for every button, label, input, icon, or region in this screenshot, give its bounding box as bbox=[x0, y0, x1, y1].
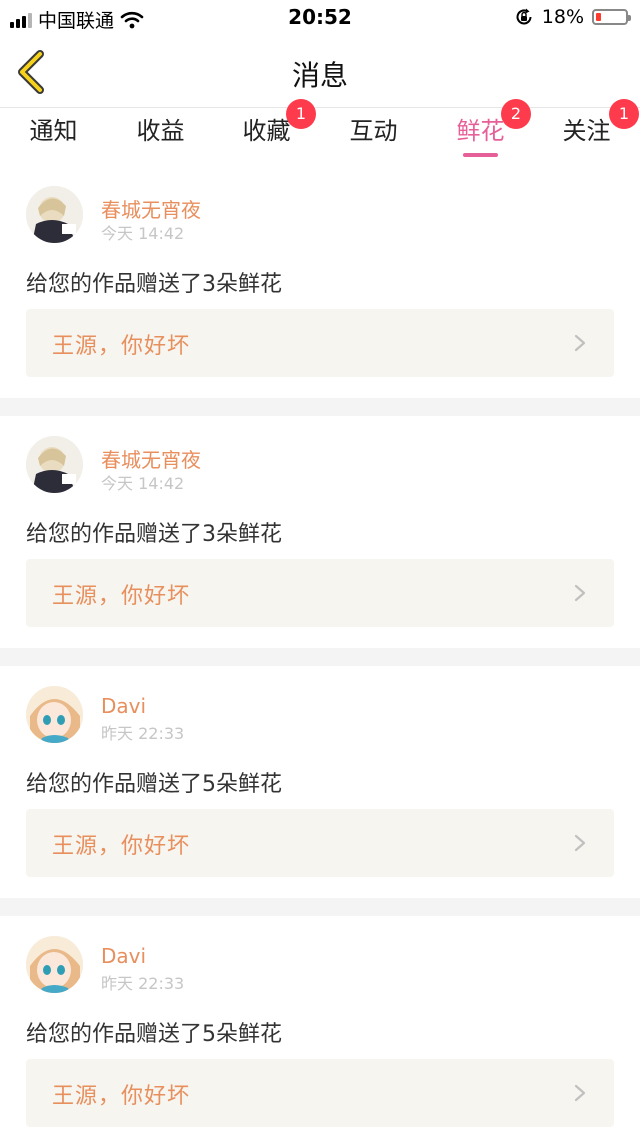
nav-bar: 消息 bbox=[0, 36, 640, 108]
tab-badge: 1 bbox=[286, 99, 316, 129]
tab-flowers[interactable]: 鲜花 2 bbox=[427, 99, 534, 166]
avatar-image bbox=[26, 686, 83, 743]
chevron-right-icon bbox=[574, 834, 586, 852]
tab-favorites[interactable]: 收藏 1 bbox=[213, 99, 320, 166]
message-text: 给您的作品赠送了3朵鲜花 bbox=[26, 272, 282, 297]
battery-percent: 18% bbox=[541, 6, 584, 28]
message-card: 春城无宵夜 今天 14:42 给您的作品赠送了3朵鲜花 王源，你好坏 bbox=[0, 166, 640, 398]
username[interactable]: Davi bbox=[101, 944, 146, 968]
work-title: 王源，你好坏 bbox=[52, 584, 191, 609]
rotation-lock-icon bbox=[516, 8, 532, 25]
page-title: 消息 bbox=[291, 59, 348, 92]
tab-following[interactable]: 关注 1 bbox=[533, 99, 640, 166]
avatar-image bbox=[26, 436, 83, 493]
status-bar: 中国联通 20:52 18% bbox=[0, 0, 640, 36]
timestamp: 今天 14:42 bbox=[101, 474, 185, 493]
tab-interactions[interactable]: 互动 bbox=[320, 108, 427, 166]
work-link[interactable]: 王源，你好坏 bbox=[26, 559, 614, 627]
battery-icon bbox=[592, 9, 631, 25]
message-card: 春城无宵夜 今天 14:42 给您的作品赠送了3朵鲜花 王源，你好坏 bbox=[0, 416, 640, 648]
username[interactable]: Davi bbox=[101, 694, 146, 718]
status-right: 18% bbox=[514, 6, 631, 28]
tab-label: 收藏 bbox=[242, 117, 291, 145]
tab-label: 通知 bbox=[29, 117, 78, 145]
tab-label: 收益 bbox=[136, 117, 185, 145]
tab-label: 关注 bbox=[562, 117, 611, 145]
avatar[interactable] bbox=[26, 936, 83, 993]
message-card: Davi 昨天 22:33 给您的作品赠送了5朵鲜花 王源，你好坏 bbox=[0, 916, 640, 1148]
work-title: 王源，你好坏 bbox=[52, 334, 191, 359]
timestamp: 昨天 22:33 bbox=[101, 724, 185, 743]
avatar-image bbox=[26, 186, 83, 243]
work-link[interactable]: 王源，你好坏 bbox=[26, 1059, 614, 1127]
divider bbox=[0, 398, 640, 416]
tab-earnings[interactable]: 收益 bbox=[107, 108, 214, 166]
message-text: 给您的作品赠送了5朵鲜花 bbox=[26, 1022, 282, 1047]
message-list: 春城无宵夜 今天 14:42 给您的作品赠送了3朵鲜花 王源，你好坏 春城无宵夜… bbox=[0, 166, 640, 1148]
tab-notifications[interactable]: 通知 bbox=[0, 108, 107, 166]
battery-level bbox=[596, 13, 601, 21]
message-text: 给您的作品赠送了3朵鲜花 bbox=[26, 522, 282, 547]
timestamp: 昨天 22:33 bbox=[101, 974, 185, 993]
tab-label: 鲜花 bbox=[456, 117, 505, 145]
divider bbox=[0, 648, 640, 666]
tab-bar: 通知 收益 收藏 1 互动 鲜花 2 关注 1 bbox=[0, 99, 640, 166]
tab-badge: 1 bbox=[609, 99, 639, 129]
avatar[interactable] bbox=[26, 186, 83, 243]
avatar[interactable] bbox=[26, 686, 83, 743]
avatar-image bbox=[26, 936, 83, 993]
avatar[interactable] bbox=[26, 436, 83, 493]
chevron-right-icon bbox=[574, 1084, 586, 1102]
message-text: 给您的作品赠送了5朵鲜花 bbox=[26, 772, 282, 797]
work-title: 王源，你好坏 bbox=[52, 1084, 191, 1109]
message-card: Davi 昨天 22:33 给您的作品赠送了5朵鲜花 王源，你好坏 bbox=[0, 666, 640, 898]
work-link[interactable]: 王源，你好坏 bbox=[26, 309, 614, 377]
timestamp: 今天 14:42 bbox=[101, 224, 185, 243]
username[interactable]: 春城无宵夜 bbox=[101, 444, 201, 473]
work-title: 王源，你好坏 bbox=[52, 834, 191, 859]
tab-label: 互动 bbox=[349, 117, 398, 145]
divider bbox=[0, 898, 640, 916]
work-link[interactable]: 王源，你好坏 bbox=[26, 809, 614, 877]
chevron-right-icon bbox=[574, 334, 586, 352]
username[interactable]: 春城无宵夜 bbox=[101, 194, 201, 223]
tab-badge: 2 bbox=[501, 99, 531, 129]
active-tab-indicator bbox=[463, 153, 498, 157]
chevron-right-icon bbox=[574, 584, 586, 602]
